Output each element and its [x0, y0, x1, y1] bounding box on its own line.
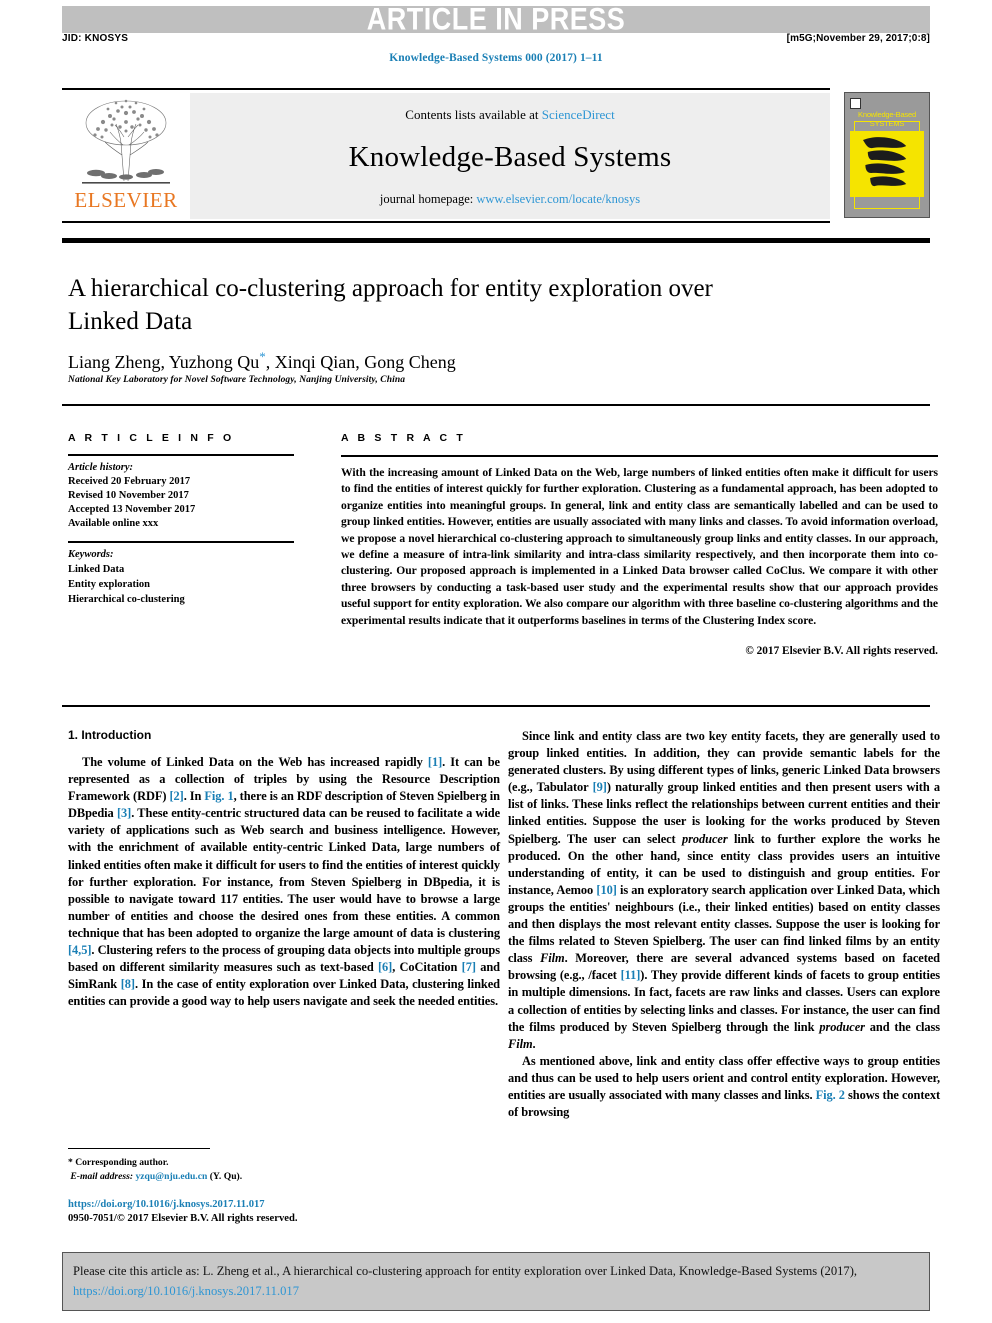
- masthead-center: Contents lists available at ScienceDirec…: [190, 93, 830, 219]
- elsevier-wordmark: ELSEVIER: [74, 188, 178, 212]
- contents-line: Contents lists available at ScienceDirec…: [405, 107, 614, 123]
- typesetting-stamp: [m5G;November 29, 2017;0:8]: [786, 33, 930, 44]
- article-info-heading: A R T I C L E I N F O: [68, 432, 235, 444]
- journal-cover-thumbnail: Knowledge-Based SYSTEMS: [844, 92, 930, 218]
- email-label: E-mail address:: [70, 1170, 134, 1182]
- emphasis-film-2: Film: [508, 1036, 533, 1051]
- journal-title: Knowledge-Based Systems: [348, 141, 672, 173]
- homepage-prefix: journal homepage:: [379, 192, 477, 206]
- keywords-label: Keywords:: [68, 549, 114, 560]
- citation-link-10[interactable]: [10]: [596, 883, 616, 897]
- citation-link-1[interactable]: [1]: [428, 755, 442, 769]
- cover-title-line-1: Knowledge-Based: [858, 110, 916, 119]
- article-in-press-banner: ARTICLE IN PRESS: [62, 1, 930, 37]
- journal-homepage-link[interactable]: www.elsevier.com/locate/knosys: [476, 192, 640, 206]
- abstract-column: A B S T R A C T With the increasing amou…: [341, 432, 938, 657]
- rule-below-abstract: [62, 705, 930, 707]
- masthead-rule-top: [62, 88, 830, 90]
- intro-text-seg: The volume of Linked Data on the Web has…: [82, 755, 428, 769]
- email-line: E-mail address: yzqu@nju.edu.cn (Y. Qu).: [68, 1170, 500, 1184]
- author-list: Liang Zheng, Yuzhong Qu*, Xinqi Qian, Go…: [68, 346, 888, 373]
- article-info-column: A R T I C L E I N F O Article history: R…: [68, 432, 300, 607]
- elsevier-logo: ELSEVIER: [62, 93, 190, 219]
- article-info-rule-2: [68, 541, 294, 543]
- citation-link-3[interactable]: [3]: [117, 806, 131, 820]
- intro-paragraph-right-2: As mentioned above, link and entity clas…: [508, 1053, 940, 1121]
- intro-paragraph-right-1: Since link and entity class are two key …: [508, 728, 940, 1053]
- authors-main: Liang Zheng, Yuzhong Qu: [68, 352, 260, 372]
- emphasis-film: Film: [540, 951, 565, 966]
- cite-text: Please cite this article as: L. Zheng et…: [73, 1264, 858, 1278]
- article-history-online: Available online xxx: [68, 518, 159, 529]
- citation-link-8[interactable]: [8]: [121, 977, 135, 991]
- cover-ribbon-graphic: [851, 132, 923, 196]
- cover-title-line-2: SYSTEMS: [869, 119, 905, 128]
- emphasis-producer: producer: [682, 831, 728, 846]
- figure-link-2[interactable]: Fig. 2: [816, 1088, 845, 1102]
- keyword-item: Linked Data: [68, 564, 125, 575]
- intro-paragraph-left: The volume of Linked Data on the Web has…: [68, 754, 500, 1010]
- authors-rest: , Xinqi Qian, Gong Cheng: [265, 352, 456, 372]
- journal-id: JID: KNOSYS: [62, 33, 129, 44]
- abstract-heading: A B S T R A C T: [341, 432, 466, 444]
- body-column-right: Since link and entity class are two key …: [508, 728, 940, 1121]
- cite-this-article-box: Please cite this article as: L. Zheng et…: [62, 1252, 930, 1311]
- masthead-thick-rule: [62, 238, 930, 243]
- emphasis-producer-2: producer: [819, 1019, 865, 1034]
- intro-text-seg: . In: [183, 789, 205, 804]
- journal-masthead: ELSEVIER Contents lists available at Sci…: [62, 88, 930, 230]
- rule-above-article-info: [62, 404, 930, 406]
- footnote-separator: [68, 1148, 210, 1149]
- cover-header: [850, 98, 924, 110]
- doi-block: https://doi.org/10.1016/j.knosys.2017.11…: [68, 1198, 500, 1226]
- journal-homepage-line: journal homepage: www.elsevier.com/locat…: [380, 192, 640, 207]
- article-in-press-label: ARTICLE IN PRESS: [366, 1, 626, 37]
- citation-link-9[interactable]: [9]: [593, 780, 607, 794]
- intro-text-seg: .: [532, 1036, 536, 1051]
- masthead-rule-bottom: [62, 221, 830, 223]
- article-history-label: Article history:: [68, 462, 134, 473]
- sciencedirect-link[interactable]: ScienceDirect: [542, 107, 615, 122]
- corresponding-author-note: * Corresponding author.: [68, 1156, 500, 1170]
- citation-link-6[interactable]: [6]: [378, 960, 392, 974]
- affiliation: National Key Laboratory for Novel Softwa…: [68, 375, 406, 385]
- journal-volume-reference: Knowledge-Based Systems 000 (2017) 1–11: [389, 52, 603, 64]
- intro-text-seg: and the class: [864, 1019, 940, 1034]
- cover-artwork: [850, 131, 924, 197]
- keyword-item: Entity exploration: [68, 579, 150, 590]
- email-link[interactable]: yzqu@nju.edu.cn: [135, 1171, 207, 1182]
- keyword-item: Hierarchical co-clustering: [68, 594, 185, 605]
- cover-title: Knowledge-Based SYSTEMS: [850, 110, 924, 128]
- abstract-rule: [341, 455, 938, 457]
- cite-doi-link[interactable]: https://doi.org/10.1016/j.knosys.2017.11…: [73, 1284, 299, 1298]
- corresponding-author-text: Corresponding author.: [72, 1157, 169, 1168]
- article-history-received: Received 20 February 2017: [68, 476, 191, 487]
- intro-text-seg: , CoCitation: [392, 960, 462, 975]
- article-history-accepted: Accepted 13 November 2017: [68, 504, 196, 515]
- abstract-text: With the increasing amount of Linked Dat…: [341, 466, 938, 627]
- intro-text-seg: . These entity-centric structured data c…: [68, 806, 501, 940]
- citation-link-2[interactable]: [2]: [169, 789, 183, 803]
- page-title: A hierarchical co-clustering approach fo…: [68, 275, 713, 335]
- section-heading-introduction: 1. Introduction: [68, 728, 152, 742]
- running-head: JID: KNOSYS [m5G;November 29, 2017;0:8]: [62, 33, 930, 44]
- cover-publisher-mark-icon: [850, 98, 861, 109]
- paper-page: ARTICLE IN PRESS JID: KNOSYS [m5G;Novemb…: [0, 0, 992, 1323]
- email-suffix: (Y. Qu).: [207, 1170, 243, 1182]
- masthead-inner: ELSEVIER Contents lists available at Sci…: [62, 93, 830, 219]
- article-info-rule-1: [68, 454, 294, 456]
- body-column-left: 1. Introduction The volume of Linked Dat…: [68, 728, 500, 1010]
- issn-copyright-line: 0950-7051/© 2017 Elsevier B.V. All right…: [68, 1213, 298, 1224]
- copyright-line: © 2017 Elsevier B.V. All rights reserved…: [745, 645, 938, 658]
- contents-prefix: Contents lists available at: [405, 107, 542, 122]
- doi-link[interactable]: https://doi.org/10.1016/j.knosys.2017.11…: [68, 1198, 500, 1212]
- figure-link-1[interactable]: Fig. 1: [204, 789, 233, 803]
- citation-link-4-5[interactable]: [4,5]: [68, 943, 91, 957]
- citation-link-11[interactable]: [11]: [621, 968, 641, 982]
- citation-link-7[interactable]: [7]: [462, 960, 476, 974]
- article-history-revised: Revised 10 November 2017: [68, 490, 189, 501]
- footnote-block: * Corresponding author. E-mail address: …: [68, 1156, 500, 1183]
- elsevier-tree-icon: [82, 99, 170, 184]
